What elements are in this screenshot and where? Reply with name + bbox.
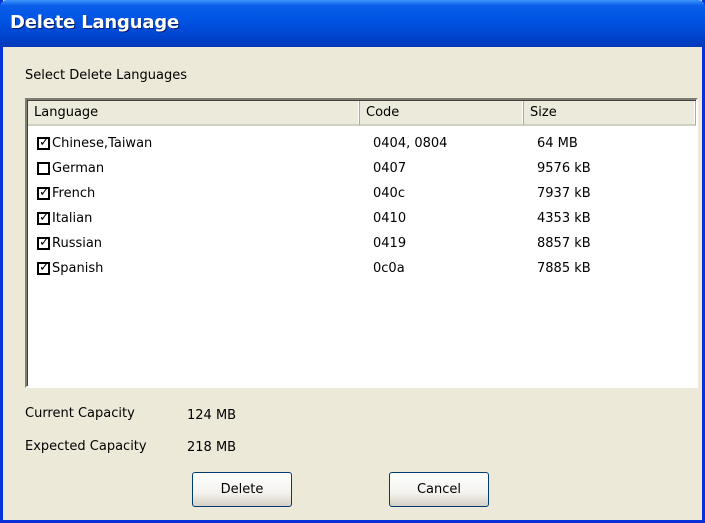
delete-language-dialog: Delete Language Select Delete Languages … xyxy=(0,0,705,523)
checkmark-icon: ✓ xyxy=(39,135,50,150)
column-header-language[interactable]: Language xyxy=(28,101,360,126)
language-code: 0419 xyxy=(373,236,407,251)
current-capacity-label: Current Capacity xyxy=(25,406,135,421)
checkbox-checked-icon[interactable]: ✓ xyxy=(37,235,50,250)
checkbox-checked-icon[interactable]: ✓ xyxy=(37,135,50,150)
language-code: 0407 xyxy=(373,161,407,176)
language-size: 7885 kB xyxy=(537,261,591,276)
window-title: Delete Language xyxy=(10,12,179,33)
language-size: 7937 kB xyxy=(537,186,591,201)
list-header: Language Code Size xyxy=(28,101,696,127)
cancel-button[interactable]: Cancel xyxy=(389,472,489,507)
column-header-code[interactable]: Code xyxy=(360,101,524,126)
language-name: Russian xyxy=(52,236,103,251)
checkbox-unchecked-icon[interactable] xyxy=(37,162,50,175)
language-size: 4353 kB xyxy=(537,211,591,226)
language-code: 0c0a xyxy=(373,261,405,276)
checkmark-icon: ✓ xyxy=(39,260,50,275)
delete-button[interactable]: Delete xyxy=(192,472,292,507)
expected-capacity-value: 218 MB xyxy=(187,440,237,455)
list-item[interactable]: German 0407 9576 kB xyxy=(28,157,696,181)
current-capacity-value: 124 MB xyxy=(187,408,237,423)
list-item[interactable]: ✓ French 040c 7937 kB xyxy=(28,182,696,206)
language-list[interactable]: Language Code Size ✓ Chinese,Taiwan 0404, … xyxy=(25,98,698,388)
language-name: Spanish xyxy=(52,261,104,276)
language-name: Italian xyxy=(52,211,93,226)
list-item[interactable]: ✓ Chinese,Taiwan 0404, 0804 64 MB xyxy=(28,132,696,156)
checkmark-icon: ✓ xyxy=(39,210,50,225)
checkbox-checked-icon[interactable]: ✓ xyxy=(37,210,50,225)
list-item[interactable]: ✓ Russian 0419 8857 kB xyxy=(28,232,696,256)
language-size: 9576 kB xyxy=(537,161,591,176)
language-name: French xyxy=(52,186,96,201)
language-size: 8857 kB xyxy=(537,236,591,251)
language-size: 64 MB xyxy=(537,136,578,151)
expected-capacity-label: Expected Capacity xyxy=(25,439,147,454)
language-name: German xyxy=(52,161,105,176)
language-code: 0410 xyxy=(373,211,407,226)
language-code: 0404, 0804 xyxy=(373,136,448,151)
column-header-size[interactable]: Size xyxy=(524,101,696,126)
checkmark-icon: ✓ xyxy=(39,235,50,250)
checkmark-icon: ✓ xyxy=(39,185,50,200)
language-code: 040c xyxy=(373,186,405,201)
title-bar[interactable]: Delete Language xyxy=(0,0,705,47)
checkbox-checked-icon[interactable]: ✓ xyxy=(37,185,50,200)
checkbox-checked-icon[interactable]: ✓ xyxy=(37,260,50,275)
list-item[interactable]: ✓ Italian 0410 4353 kB xyxy=(28,207,696,231)
list-caption: Select Delete Languages xyxy=(25,68,188,83)
list-item[interactable]: ✓ Spanish 0c0a 7885 kB xyxy=(28,257,696,281)
language-name: Chinese,Taiwan xyxy=(52,136,153,151)
